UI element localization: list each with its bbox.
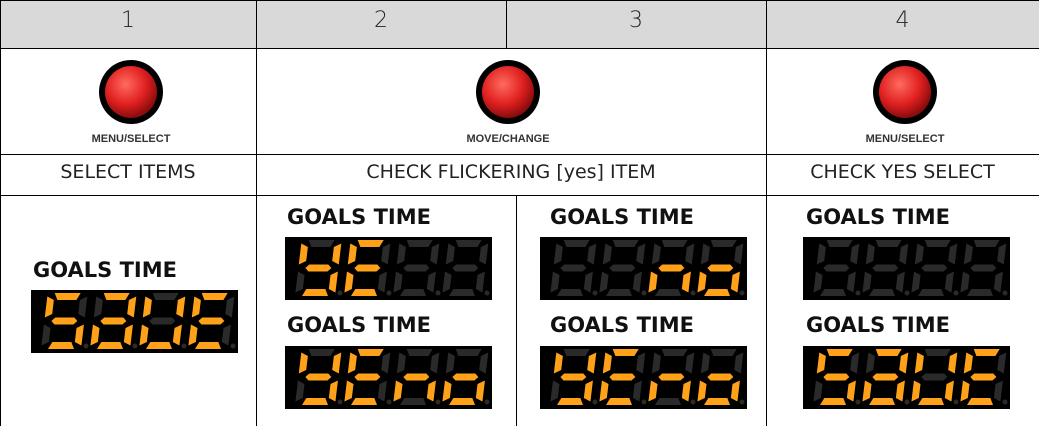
- grid-line: [0, 195, 1039, 196]
- goals-time-label: GOALS TIME: [33, 258, 177, 282]
- step-number-4: 4: [895, 8, 910, 33]
- grid-line: [0, 0, 1, 426]
- round-button-icon: [476, 60, 540, 124]
- goals-time-label: GOALS TIME: [287, 205, 431, 229]
- goals-time-label: GOALS TIME: [550, 205, 694, 229]
- caption-check-yes-select: CHECK YES SELECT: [810, 161, 995, 183]
- grid-line: [516, 195, 517, 426]
- move-change-label: MOVE/CHANGE: [466, 133, 550, 145]
- caption-check-flickering: CHECK FLICKERING [yes] ITEM: [366, 161, 656, 183]
- seven-segment-display: [285, 237, 492, 300]
- menu-select-label: MENU/SELECT: [865, 133, 945, 145]
- grid-line: [0, 154, 1039, 155]
- goals-time-label: GOALS TIME: [287, 313, 431, 337]
- seven-segment-display: [540, 237, 747, 300]
- round-button-icon: [99, 60, 163, 124]
- goals-time-label: GOALS TIME: [806, 313, 950, 337]
- goals-time-label: GOALS TIME: [806, 205, 950, 229]
- step-number-2: 2: [374, 8, 388, 33]
- caption-select-items: SELECT ITEMS: [60, 161, 196, 183]
- seven-segment-display: [803, 346, 1010, 409]
- grid-line: [0, 48, 1039, 49]
- grid-line: [0, 0, 1039, 1]
- round-button-icon: [873, 60, 937, 124]
- seven-segment-display: [540, 346, 747, 409]
- grid-line: [766, 0, 767, 426]
- goals-time-label: GOALS TIME: [550, 313, 694, 337]
- grid-line: [256, 0, 257, 426]
- step-number-3: 3: [629, 8, 643, 33]
- menu-select-label: MENU/SELECT: [91, 133, 171, 145]
- seven-segment-display: [31, 290, 238, 353]
- step-number-1: 1: [121, 8, 135, 33]
- seven-segment-display: [285, 346, 492, 409]
- seven-segment-display: [803, 237, 1010, 300]
- grid-line: [506, 0, 507, 48]
